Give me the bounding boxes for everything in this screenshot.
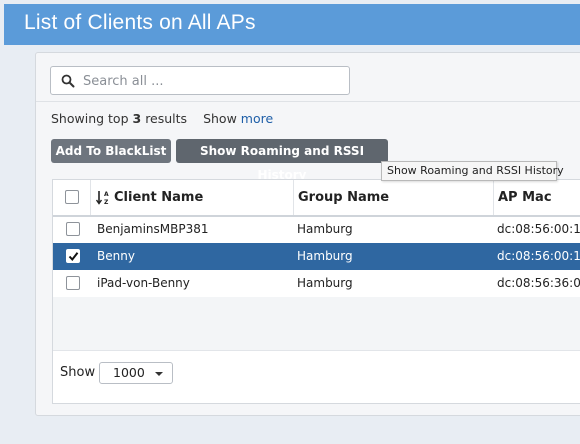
clients-table: A Z Client Name Group Name AP Mac Benjam…	[52, 179, 580, 404]
table-footer: Show 1000	[53, 350, 580, 403]
page-title: List of Clients on All APs	[24, 11, 256, 34]
page-size-select[interactable]: 1000	[99, 362, 173, 384]
table-row-selected[interactable]: Benny Hamburg dc:08:56:00:1b:	[53, 243, 580, 270]
search-icon	[61, 74, 75, 88]
column-label-client-name: Client Name	[114, 190, 204, 205]
checkmark-icon	[68, 252, 79, 262]
column-label-ap-mac: AP Mac	[498, 190, 552, 205]
column-label-group-name: Group Name	[298, 190, 390, 205]
add-to-blacklist-button[interactable]: Add To BlackList	[51, 139, 171, 163]
search-input[interactable]	[81, 70, 345, 93]
svg-text:Z: Z	[104, 199, 109, 205]
column-header-ap-mac[interactable]: AP Mac	[493, 180, 580, 215]
column-header-client-name[interactable]: A Z Client Name	[90, 180, 295, 215]
table-row[interactable]: iPad-von-Benny Hamburg dc:08:56:36:06:	[53, 270, 580, 297]
table-header: A Z Client Name Group Name AP Mac	[53, 180, 580, 217]
cell-group-name: Hamburg	[297, 276, 353, 290]
show-more-label: Show	[203, 111, 237, 126]
table-row[interactable]: BenjaminsMBP381 Hamburg dc:08:56:00:1b:	[53, 216, 580, 243]
results-suffix: results	[145, 111, 188, 126]
cell-group-name: Hamburg	[297, 249, 353, 263]
header-checkbox-cell	[53, 180, 93, 215]
divider	[36, 101, 580, 102]
page-size-value: 1000	[113, 365, 145, 380]
search-box[interactable]	[50, 66, 350, 95]
select-all-checkbox[interactable]	[65, 190, 79, 204]
empty-table-area	[53, 297, 580, 350]
column-header-group-name[interactable]: Group Name	[293, 180, 494, 215]
row-checkbox[interactable]	[66, 249, 80, 263]
show-roaming-history-button[interactable]: Show Roaming and RSSI History	[176, 139, 388, 182]
cell-client-name: BenjaminsMBP381	[97, 222, 209, 236]
page-header: List of Clients on All APs	[4, 4, 580, 45]
show-more-link[interactable]: more	[241, 111, 273, 126]
row-checkbox[interactable]	[66, 276, 80, 290]
svg-text:A: A	[104, 191, 109, 198]
cell-client-name: Benny	[97, 249, 135, 263]
cell-ap-mac: dc:08:56:36:06:	[497, 276, 580, 290]
page-size-label: Show	[60, 365, 96, 380]
results-summary: Showing top 3 results Show more	[51, 111, 273, 126]
cell-ap-mac: dc:08:56:00:1b:	[497, 222, 580, 236]
cell-client-name: iPad-von-Benny	[97, 276, 190, 290]
row-checkbox[interactable]	[66, 222, 80, 236]
results-prefix: Showing top	[51, 111, 129, 126]
roaming-history-tooltip: Show Roaming and RSSI History	[381, 161, 564, 181]
cell-ap-mac: dc:08:56:00:1b:	[497, 249, 580, 263]
sort-icon[interactable]: A Z	[96, 190, 112, 205]
chevron-down-icon	[155, 372, 163, 376]
cell-group-name: Hamburg	[297, 222, 353, 236]
results-count: 3	[132, 111, 142, 126]
